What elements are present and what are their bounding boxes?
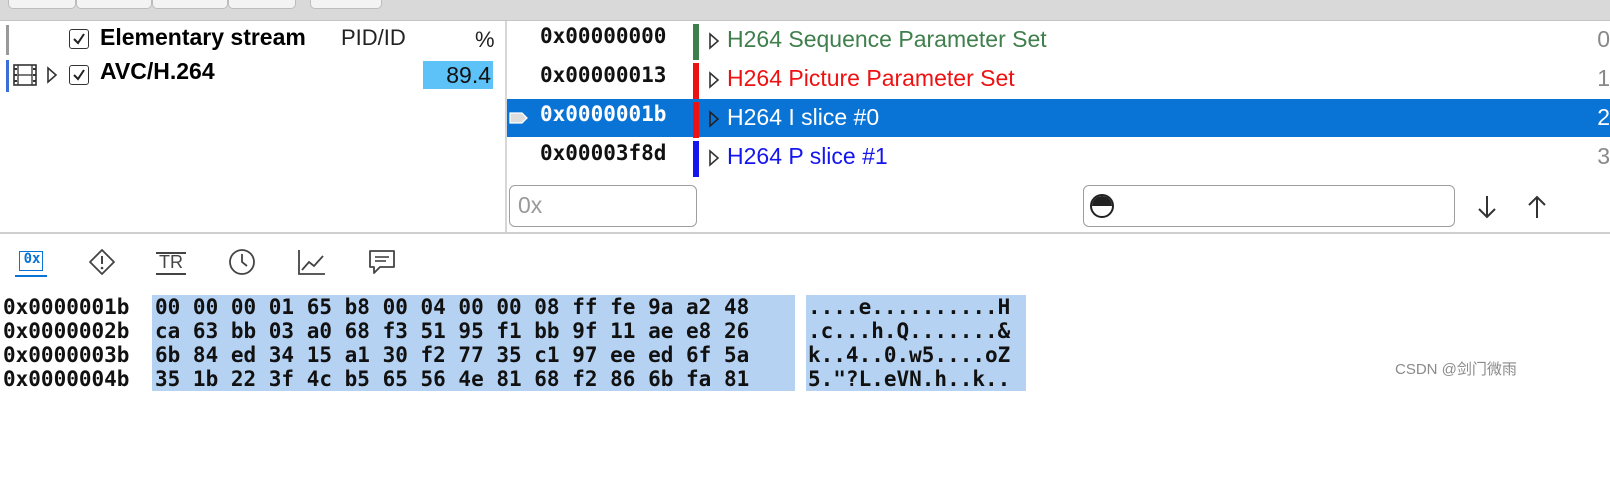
unit-row[interactable]: 0x00000013 H264 Picture Parameter Set 1 xyxy=(507,60,1610,99)
search-scope-icon[interactable] xyxy=(1088,192,1116,220)
offset-input[interactable]: 0x xyxy=(509,185,697,227)
arrow-up-icon[interactable] xyxy=(1526,194,1548,220)
unit-label: H264 P slice #1 xyxy=(727,143,888,169)
hex-ascii[interactable]: k..4..0.w5....oZ xyxy=(806,343,1026,367)
hex-bytes[interactable]: 00 00 00 01 65 b8 00 04 00 00 08 ff fe 9… xyxy=(152,295,795,319)
unit-label: H264 I slice #0 xyxy=(727,104,880,130)
unit-offset: 0x00000013 xyxy=(540,63,667,87)
unit-row[interactable]: 0x00003f8d H264 P slice #1 3 xyxy=(507,138,1610,177)
hex-address: 0x0000004b xyxy=(3,367,130,391)
checkmark-icon xyxy=(73,33,85,45)
comment-tab-icon[interactable] xyxy=(366,247,398,277)
watermark: CSDN @剑门微雨 xyxy=(1395,361,1517,378)
hex-view[interactable]: 0x0000001b 00 00 00 01 65 b8 00 04 00 00… xyxy=(0,292,1610,396)
hex-address: 0x0000003b xyxy=(3,343,130,367)
inspector-tabs: 0x TR xyxy=(0,234,1610,290)
unit-index: 3 xyxy=(1597,143,1610,169)
disclosure-triangle-icon[interactable] xyxy=(708,71,720,89)
search-input[interactable] xyxy=(1083,185,1455,227)
toolbar-button-4[interactable] xyxy=(228,0,296,9)
hex-bytes[interactable]: ca 63 bb 03 a0 68 f3 51 95 f1 bb 9f 11 a… xyxy=(152,319,795,343)
hex-ascii[interactable]: 5."?L.eVN.h..k.. xyxy=(806,367,1026,391)
unit-index: 0 xyxy=(1597,26,1610,52)
select-all-checkbox[interactable] xyxy=(69,29,89,49)
disclosure-triangle-icon[interactable] xyxy=(708,149,720,167)
unit-offset: 0x00000000 xyxy=(540,24,667,48)
disclosure-triangle-icon[interactable] xyxy=(46,66,58,84)
unit-color-bar xyxy=(693,141,699,177)
unit-label: H264 Sequence Parameter Set xyxy=(727,26,1047,52)
arrow-down-icon[interactable] xyxy=(1476,194,1498,220)
clock-tab-icon[interactable] xyxy=(226,247,258,277)
toolbar-button-3[interactable] xyxy=(152,0,228,9)
unit-row-selected[interactable]: 0x0000001b H264 I slice #0 2 xyxy=(507,99,1610,138)
hex-line: 0x0000004b 35 1b 22 3f 4c b5 65 56 4e 81… xyxy=(0,367,1026,391)
stream-row[interactable]: AVC/H.264 89.4 xyxy=(0,57,505,92)
unit-offset: 0x00003f8d xyxy=(540,141,667,165)
hex-address: 0x0000002b xyxy=(3,319,130,343)
unit-list: 0x00000000 H264 Sequence Parameter Set 0… xyxy=(507,21,1610,181)
unit-index: 2 xyxy=(1597,104,1610,130)
unit-index: 1 xyxy=(1597,65,1610,91)
stream-list: Elementary stream PID/ID % AVC/H.264 89.… xyxy=(0,21,505,233)
active-tab-underline xyxy=(15,275,47,277)
current-pointer-icon xyxy=(509,112,528,124)
stream-name: AVC/H.264 xyxy=(100,58,215,84)
hex-address: 0x0000001b xyxy=(3,295,130,319)
unit-color-bar xyxy=(693,24,699,60)
transport-tab-label: TR xyxy=(159,252,183,272)
disclosure-triangle-icon[interactable] xyxy=(708,110,720,128)
hex-ascii[interactable]: ....e..........H xyxy=(806,295,1026,319)
film-icon xyxy=(13,64,37,86)
hex-ascii[interactable]: .c...h.Q.......& xyxy=(806,319,1026,343)
hex-bytes[interactable]: 35 1b 22 3f 4c b5 65 56 4e 81 68 f2 86 6… xyxy=(152,367,795,391)
toolbar-button-1[interactable] xyxy=(8,0,76,9)
unit-color-bar xyxy=(693,102,699,138)
unit-offset: 0x0000001b xyxy=(540,102,667,126)
hex-line: 0x0000001b 00 00 00 01 65 b8 00 04 00 00… xyxy=(0,295,1026,319)
hex-line: 0x0000003b 6b 84 ed 34 15 a1 30 f2 77 35… xyxy=(0,343,1026,367)
hex-line: 0x0000002b ca 63 bb 03 a0 68 f3 51 95 f1… xyxy=(0,319,1026,343)
disclosure-triangle-icon[interactable] xyxy=(708,32,720,50)
column-header-pid[interactable]: PID/ID xyxy=(341,25,406,51)
stream-checkbox[interactable] xyxy=(69,65,89,85)
transport-tab-icon[interactable]: TR xyxy=(155,247,187,277)
column-header-stream[interactable]: Elementary stream xyxy=(100,24,306,51)
toolbar-button-2[interactable] xyxy=(76,0,152,9)
warning-tab-icon[interactable] xyxy=(86,247,118,277)
hex-tab-icon[interactable]: 0x xyxy=(15,247,47,277)
graph-tab-icon[interactable] xyxy=(296,247,328,277)
toolbar xyxy=(0,0,1610,21)
header-marker xyxy=(6,25,9,55)
toolbar-button-5[interactable] xyxy=(310,0,382,9)
stream-color-marker xyxy=(6,60,9,92)
percent-bar: 89.4 xyxy=(423,61,493,89)
hex-tab-label: 0x xyxy=(23,251,41,267)
unit-label: H264 Picture Parameter Set xyxy=(727,65,1015,91)
unit-color-bar xyxy=(693,63,699,99)
stream-percent: 89.4 xyxy=(446,62,491,88)
unit-row[interactable]: 0x00000000 H264 Sequence Parameter Set 0 xyxy=(507,21,1610,60)
hex-bytes[interactable]: 6b 84 ed 34 15 a1 30 f2 77 35 c1 97 ee e… xyxy=(152,343,795,367)
checkmark-icon xyxy=(73,69,85,81)
column-header-percent[interactable]: % xyxy=(475,27,495,53)
